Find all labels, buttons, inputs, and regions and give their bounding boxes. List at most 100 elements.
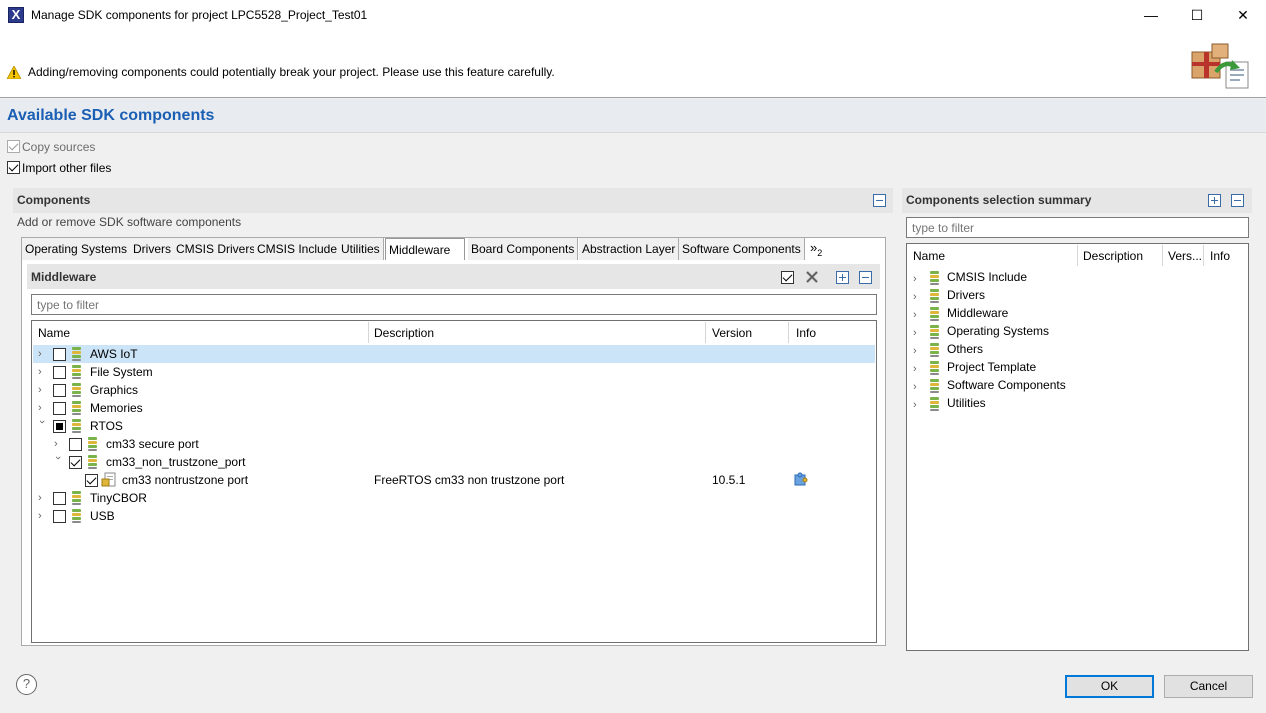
collapse-components-button[interactable] [873,194,886,207]
chevron-right-icon[interactable]: › [38,403,48,414]
package-icon [930,307,939,321]
row-checkbox[interactable] [85,474,98,487]
chevron-right-icon[interactable]: › [913,292,923,303]
help-icon[interactable]: ? [16,674,37,695]
column-header-description[interactable]: Description [374,326,434,340]
chevron-right-icon[interactable]: › [38,349,48,360]
middleware-panel-title: Middleware [31,270,97,284]
chevron-down-icon[interactable]: › [36,420,48,430]
summary-collapse-all-button[interactable] [1231,194,1244,207]
tab-middleware[interactable]: Middleware [385,238,465,260]
summary-filter-input[interactable] [906,217,1249,238]
tab-cmsis-include[interactable]: CMSIS Include [254,238,342,260]
tree-row[interactable] [33,399,875,417]
row-checkbox[interactable] [53,402,66,415]
row-name: AWS IoT [90,347,138,361]
chevron-right-icon[interactable]: › [38,367,48,378]
tab-software-components[interactable]: Software Components [679,238,805,260]
tab-drivers[interactable]: Drivers [130,238,175,260]
column-header-version[interactable]: Version [712,326,752,340]
row-description: FreeRTOS cm33 non trustzone port [374,473,565,487]
summary-column-header-name[interactable]: Name [913,249,945,263]
middleware-filter-input[interactable] [31,294,877,315]
package-icon [88,455,97,469]
column-header-info[interactable]: Info [796,326,816,340]
package-icon [72,509,81,523]
column-separator[interactable] [705,322,706,343]
summary-item[interactable]: Drivers [947,288,985,302]
summary-item[interactable]: Operating Systems [947,324,1049,338]
summary-item[interactable]: Middleware [947,306,1008,320]
package-icon [930,271,939,285]
minimize-button[interactable]: — [1128,0,1174,31]
summary-expand-all-button[interactable] [1208,194,1221,207]
row-name: cm33_non_trustzone_port [106,455,246,469]
package-icon [72,383,81,397]
row-checkbox[interactable] [53,510,66,523]
summary-item[interactable]: Others [947,342,983,356]
tree-row[interactable] [33,363,875,381]
package-icon [930,379,939,393]
tree-row[interactable] [33,489,875,507]
chevron-right-icon[interactable]: › [913,400,923,411]
column-separator[interactable] [788,322,789,343]
summary-item[interactable]: Utilities [947,396,986,410]
chevron-right-icon[interactable]: › [913,346,923,357]
tab-board-components[interactable]: Board Components [468,238,579,260]
tree-row[interactable] [33,417,875,435]
column-separator[interactable] [368,322,369,343]
chevron-right-icon[interactable]: › [54,439,64,450]
copy-sources-checkbox[interactable] [7,140,20,153]
column-separator[interactable] [1077,245,1078,266]
package-icon [72,419,81,433]
import-other-files-label: Import other files [22,161,112,175]
summary-column-header-info[interactable]: Info [1210,249,1230,263]
tab-overflow-button[interactable]: »2 [810,240,822,258]
summary-column-header-description[interactable]: Description [1083,249,1143,263]
chevron-right-icon[interactable]: › [913,274,923,285]
row-name: USB [90,509,115,523]
info-puzzle-icon[interactable] [792,472,808,488]
row-checkbox[interactable] [53,366,66,379]
row-checkbox[interactable] [53,348,66,361]
column-header-name[interactable]: Name [38,326,70,340]
tree-row[interactable] [33,507,875,525]
tab-cmsis-drivers[interactable]: CMSIS Drivers [173,238,260,260]
chevron-right-icon[interactable]: › [913,364,923,375]
package-icon [930,289,939,303]
tree-row[interactable] [33,345,875,363]
deselect-all-icon[interactable] [804,269,820,285]
row-checkbox[interactable] [53,420,66,433]
tab-utilities[interactable]: Utilities [338,238,384,260]
chevron-right-icon[interactable]: › [913,382,923,393]
chevron-right-icon[interactable]: › [913,328,923,339]
summary-column-header-version[interactable]: Vers... [1168,249,1202,263]
tab-operating-systems[interactable]: Operating Systems [22,238,132,260]
component-file-icon [101,472,116,487]
chevron-down-icon[interactable]: › [52,456,64,466]
chevron-right-icon[interactable]: › [38,385,48,396]
collapse-all-button[interactable] [859,271,872,284]
row-checkbox[interactable] [69,456,82,469]
tree-row[interactable] [33,381,875,399]
expand-all-button[interactable] [836,271,849,284]
row-checkbox[interactable] [69,438,82,451]
cancel-button[interactable]: Cancel [1164,675,1253,698]
row-checkbox[interactable] [53,492,66,505]
column-separator[interactable] [1162,245,1163,266]
chevron-right-icon[interactable]: › [38,493,48,504]
select-all-checkbox[interactable] [781,271,794,284]
import-other-files-checkbox[interactable] [7,161,20,174]
summary-item[interactable]: Software Components [947,378,1066,392]
chevron-right-icon[interactable]: › [38,511,48,522]
chevron-right-icon[interactable]: › [913,310,923,321]
maximize-button[interactable]: ☐ [1174,0,1220,31]
row-checkbox[interactable] [53,384,66,397]
summary-item[interactable]: CMSIS Include [947,270,1027,284]
summary-item[interactable]: Project Template [947,360,1036,374]
tab-abstraction-layer[interactable]: Abstraction Layer [579,238,680,260]
column-separator[interactable] [1203,245,1204,266]
close-button[interactable]: ✕ [1220,0,1266,31]
ok-button[interactable]: OK [1065,675,1154,698]
summary-panel-title: Components selection summary [906,193,1092,207]
